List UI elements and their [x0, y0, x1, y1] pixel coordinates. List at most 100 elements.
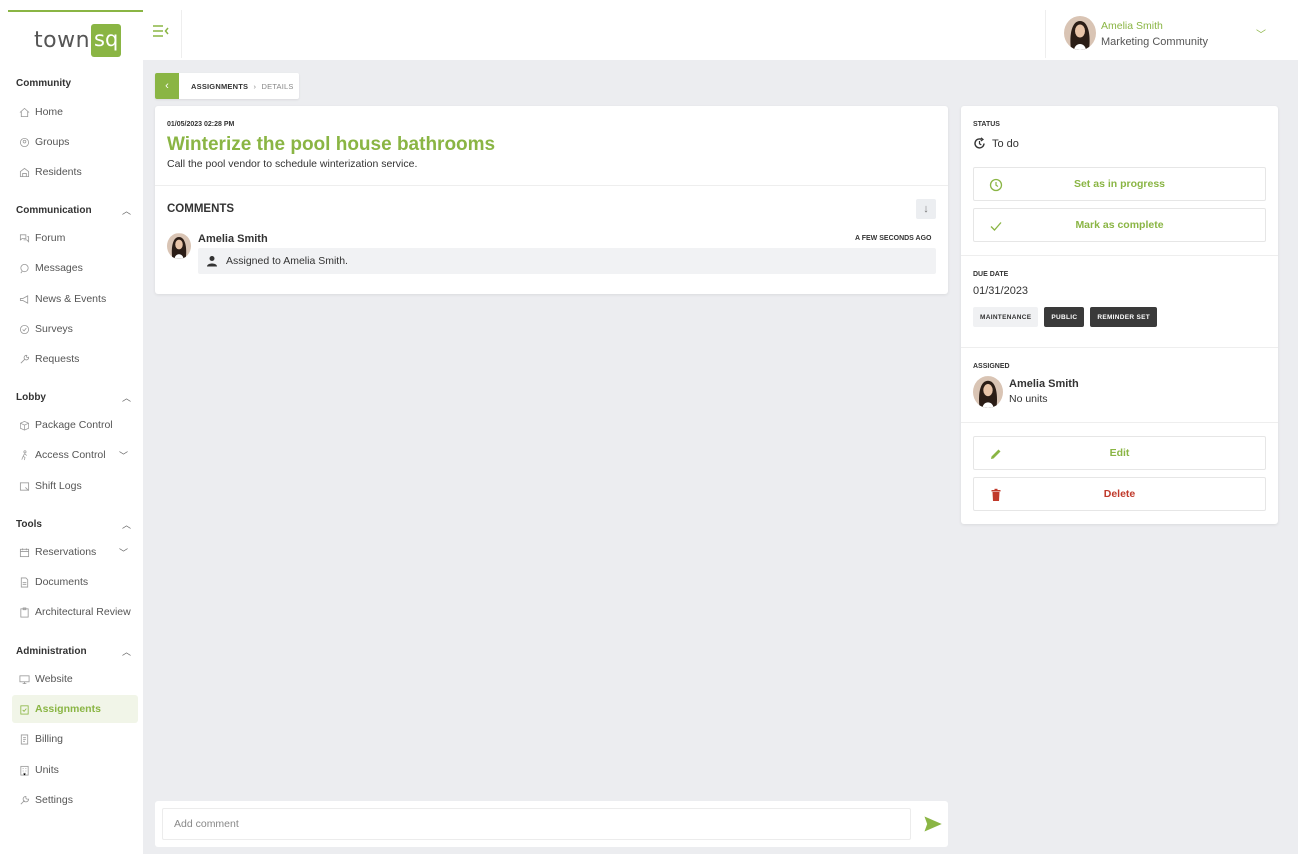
comment-composer	[155, 801, 948, 847]
sidebar-item-label: Package Control	[35, 419, 113, 431]
sidebar-item-website[interactable]: Website	[12, 665, 138, 693]
section-community-title: Community	[16, 78, 71, 89]
chevron-up-icon[interactable]: ︿	[122, 391, 131, 404]
section-administration[interactable]: Administration ︿	[16, 645, 131, 658]
logbook-icon	[18, 480, 30, 492]
divider	[961, 422, 1278, 423]
breadcrumb-parent[interactable]: ASSIGNMENTS	[191, 82, 248, 91]
monitor-icon	[18, 673, 30, 685]
sidebar-item-label: Residents	[35, 166, 82, 178]
logo-text-town: town	[34, 27, 91, 53]
section-administration-title: Administration	[16, 646, 87, 657]
user-community: Marketing Community	[1101, 36, 1208, 48]
back-button[interactable]: ‹	[155, 73, 179, 99]
due-date-value: 01/31/2023	[973, 285, 1029, 297]
section-communication-title: Communication	[16, 205, 92, 216]
assignment-card: 01/05/2023 02:28 PM Winterize the pool h…	[155, 106, 948, 294]
clipboard-icon	[18, 606, 30, 618]
chevron-down-icon[interactable]: ﹀	[1256, 26, 1266, 41]
logo-text-sq: sq	[91, 23, 122, 57]
status-text: To do	[992, 137, 1019, 150]
townsq-logo[interactable]: town sq	[34, 22, 122, 58]
sidebar-item-shift-logs[interactable]: Shift Logs	[12, 472, 138, 500]
tag-list: MAINTENANCE PUBLIC REMINDER SET	[973, 307, 1158, 327]
sidebar-item-groups[interactable]: Groups	[12, 128, 138, 156]
breadcrumb: ‹ ASSIGNMENTS › DETAILS	[155, 73, 299, 99]
set-in-progress-button[interactable]: Set as in progress	[973, 167, 1266, 201]
home-icon	[18, 106, 30, 118]
chevron-left-icon: ‹	[165, 80, 169, 92]
sidebar-item-label: Units	[35, 764, 59, 776]
groups-icon	[18, 136, 30, 148]
user-name[interactable]: Amelia Smith	[1101, 20, 1163, 32]
megaphone-icon	[18, 293, 30, 305]
tag-public: PUBLIC	[1044, 307, 1085, 327]
sidebar-item-residents[interactable]: Residents	[12, 158, 138, 186]
sidebar-item-news-events[interactable]: News & Events	[12, 285, 138, 313]
sidebar-item-messages[interactable]: Messages	[12, 254, 138, 282]
send-icon	[924, 816, 942, 832]
comment-input[interactable]	[162, 808, 911, 840]
chevron-down-icon[interactable]: ﹀	[119, 449, 128, 462]
created-timestamp: 01/05/2023 02:28 PM	[167, 121, 235, 128]
divider	[961, 347, 1278, 348]
sidebar-item-reservations[interactable]: Reservations ﹀	[12, 538, 138, 566]
assigned-label: ASSIGNED	[973, 363, 1010, 370]
sidebar-item-label: Access Control	[35, 449, 106, 461]
sidebar-item-label: Messages	[35, 262, 83, 274]
due-date-label: DUE DATE	[973, 271, 1009, 278]
divider	[961, 255, 1278, 256]
assignments-icon	[18, 703, 30, 715]
sidebar-item-units[interactable]: Units	[12, 756, 138, 784]
sidebar-item-assignments[interactable]: Assignments	[12, 695, 138, 723]
sidebar-item-forum[interactable]: Forum	[12, 224, 138, 252]
sidebar-item-access-control[interactable]: Access Control ﹀	[12, 441, 138, 469]
person-walking-icon	[18, 449, 30, 461]
sidebar-item-documents[interactable]: Documents	[12, 568, 138, 596]
send-button[interactable]	[923, 814, 943, 834]
comment-avatar	[167, 233, 191, 259]
calendar-icon	[18, 546, 30, 558]
sort-comments-button[interactable]: ↓	[916, 199, 936, 219]
chevron-up-icon[interactable]: ︿	[122, 204, 131, 217]
sidebar-item-architectural-review[interactable]: Architectural Review	[12, 598, 138, 626]
breadcrumb-separator: ›	[253, 81, 257, 91]
delete-button[interactable]: Delete	[973, 477, 1266, 511]
chevron-down-icon[interactable]: ﹀	[119, 546, 128, 559]
sidebar-item-settings[interactable]: Settings	[12, 786, 138, 814]
sidebar-item-requests[interactable]: Requests	[12, 345, 138, 373]
sidebar-item-label: Shift Logs	[35, 480, 82, 492]
mark-complete-button[interactable]: Mark as complete	[973, 208, 1266, 242]
collapse-menu-icon[interactable]	[152, 24, 170, 38]
section-communication[interactable]: Communication ︿	[16, 204, 131, 217]
sidebar-item-label: Documents	[35, 576, 89, 588]
status-label: STATUS	[973, 121, 1000, 128]
edit-button[interactable]: Edit	[973, 436, 1266, 470]
assignee-name: Amelia Smith	[1009, 378, 1079, 390]
avatar[interactable]	[1064, 16, 1096, 50]
section-tools-title: Tools	[16, 519, 42, 530]
sidebar-item-surveys[interactable]: Surveys	[12, 315, 138, 343]
comment-time: A FEW SECONDS AGO	[855, 235, 932, 242]
comment-body: Assigned to Amelia Smith.	[198, 248, 936, 274]
sidebar-item-label: Forum	[35, 232, 66, 244]
chevron-up-icon[interactable]: ︿	[122, 645, 131, 658]
residents-icon	[18, 166, 30, 178]
section-lobby[interactable]: Lobby ︿	[16, 391, 131, 404]
chevron-up-icon[interactable]: ︿	[122, 518, 131, 531]
breadcrumb-current: DETAILS	[261, 81, 294, 91]
messages-icon	[18, 262, 30, 274]
section-tools[interactable]: Tools ︿	[16, 518, 131, 531]
invoice-icon	[18, 733, 30, 745]
sidebar-item-home[interactable]: Home	[12, 98, 138, 126]
sidebar-item-label: Surveys	[35, 323, 73, 335]
sidebar-item-billing[interactable]: Billing	[12, 725, 138, 753]
section-community: Community	[16, 78, 131, 89]
sidebar-item-label: Assignments	[35, 703, 101, 715]
assignment-description: Call the pool vendor to schedule winteri…	[167, 158, 418, 170]
document-icon	[18, 576, 30, 588]
sidebar-item-package-control[interactable]: Package Control	[12, 411, 138, 439]
breadcrumb-text: ASSIGNMENTS › DETAILS	[191, 82, 294, 91]
comments-heading: COMMENTS	[167, 203, 235, 215]
logo-accent-bar	[8, 10, 143, 12]
